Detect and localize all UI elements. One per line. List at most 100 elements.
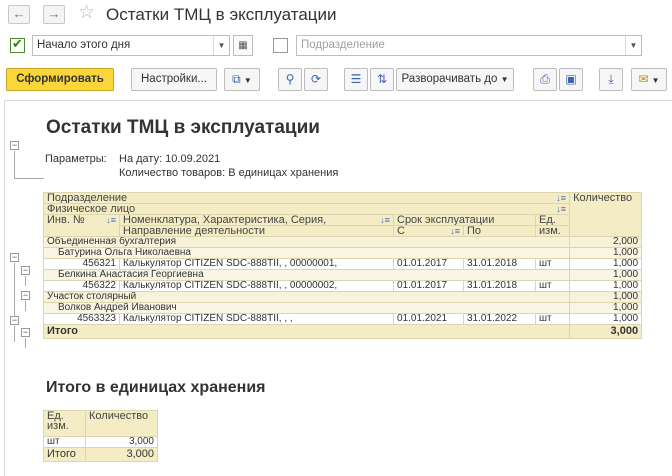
sort-icon[interactable]: ↓≡ <box>106 216 116 226</box>
search-next-icon: ⟳ <box>310 72 322 86</box>
window-title: Остатки ТМЦ в эксплуатации <box>106 5 337 24</box>
header-nomenclature[interactable]: Номенклатура, Характеристика, Серия, ↓≡ <box>119 214 394 226</box>
outline-collapse-icon[interactable]: − <box>21 291 30 300</box>
header-department[interactable]: Подразделение ↓≡ <box>42 192 571 204</box>
table-row[interactable]: Белкина Анастасия Георгиевна 1,000 <box>42 269 643 281</box>
department-enabled-checkbox[interactable] <box>273 38 288 53</box>
generate-button[interactable]: Сформировать <box>6 68 114 91</box>
header-direction[interactable]: Направление деятельности <box>119 225 394 237</box>
outline-line <box>25 301 26 311</box>
print-preview-icon: ▣ <box>565 72 577 86</box>
outline-collapse-icon[interactable]: − <box>21 266 30 275</box>
sort-icon[interactable]: ↓≡ <box>450 227 460 236</box>
save-button[interactable]: ⤓ <box>599 68 623 91</box>
sort-icon[interactable]: ↓≡ <box>380 216 390 225</box>
group-label: Объединенная бухгалтерия <box>42 236 571 248</box>
header-inv-no[interactable]: Инв. № ↓≡ <box>43 214 120 237</box>
qty-cell: 2,000 <box>569 236 643 248</box>
header-to[interactable]: По <box>463 225 536 237</box>
chevron-down-icon[interactable]: ▼ <box>625 36 641 55</box>
header-service-life: Срок эксплуатации <box>393 214 536 226</box>
summary-total-row[interactable]: Итого 3,000 <box>43 447 158 462</box>
param-date: На дату: 10.09.2021 <box>119 153 221 165</box>
from-cell: 01.01.2021 <box>393 313 464 325</box>
expand-button[interactable]: ⇅ <box>370 68 394 91</box>
from-cell: 01.01.2017 <box>393 280 464 292</box>
outline-line <box>14 178 44 179</box>
department-placeholder: Подразделение <box>301 39 385 51</box>
print-button[interactable]: ⎙ <box>533 68 557 91</box>
table-row[interactable]: Волков Андрей Иванович 1,000 <box>42 302 643 314</box>
find-next-button[interactable]: ⟳ <box>304 68 328 91</box>
outline-line <box>14 151 15 178</box>
inv-cell: 4563323 <box>43 313 120 325</box>
outline-collapse-icon[interactable]: − <box>10 253 19 262</box>
table-row[interactable]: Батурина Ольга Николаевна 1,000 <box>42 247 643 259</box>
settings-button[interactable]: Настройки... <box>131 68 217 91</box>
table-row[interactable]: 456322 Калькулятор CITIZEN SDC-888TII, ,… <box>43 280 643 292</box>
printer-icon: ⎙ <box>540 72 550 86</box>
summary-title: Итого в единицах хранения <box>46 379 266 396</box>
summary-header-unit: Ед. изм. <box>43 410 86 437</box>
header-unit2: изм. <box>534 225 571 237</box>
qty-cell: 1,000 <box>569 280 643 292</box>
sort-icon[interactable]: ↓≡ <box>556 194 566 203</box>
back-button[interactable]: ← <box>8 5 30 24</box>
chevron-down-icon: ▼ <box>243 76 252 85</box>
forward-button[interactable]: → <box>43 5 65 24</box>
send-button[interactable]: ✉ ▼ <box>631 68 667 91</box>
outline-collapse-icon[interactable]: − <box>21 328 30 337</box>
chevron-down-icon[interactable]: ▼ <box>213 36 229 55</box>
department-field[interactable]: Подразделение ▼ <box>296 35 642 56</box>
toolbar: Сформировать Настройки... ⧉ ▼ ⚲ ⟳ ☰ ⇅ Ра… <box>0 68 672 94</box>
report-title: Остатки ТМЦ в эксплуатации <box>46 117 320 138</box>
filter-bar: Начало этого дня ▼ ▦ Подразделение ▼ <box>0 34 672 60</box>
preview-button[interactable]: ▣ <box>559 68 583 91</box>
item-cell: Калькулятор CITIZEN SDC-888TII, , 000000… <box>119 280 394 292</box>
to-cell: 31.01.2018 <box>463 258 536 270</box>
header-from[interactable]: С ↓≡ <box>393 225 464 237</box>
list-collapse-icon: ☰ <box>350 72 362 86</box>
table-row[interactable]: Участок столярный 1,000 <box>42 291 643 303</box>
header-quantity[interactable]: Количество <box>569 192 643 237</box>
date-enabled-checkbox[interactable] <box>10 36 25 53</box>
qty-cell: 1,000 <box>569 269 643 281</box>
summary-table: Ед. изм. Количество шт 3,000 Итого 3,000 <box>43 410 158 462</box>
outline-line <box>25 338 26 348</box>
table-row[interactable]: 4563323 Калькулятор CITIZEN SDC-888TII, … <box>43 313 643 325</box>
favorite-star-icon[interactable]: ☆ <box>78 2 95 24</box>
group-label: Участок столярный <box>42 291 571 303</box>
search-icon: ⚲ <box>285 72 295 86</box>
item-cell: Калькулятор CITIZEN SDC-888TII, , 000000… <box>119 258 394 270</box>
date-select-field[interactable]: Начало этого дня ▼ <box>32 35 230 56</box>
summary-row[interactable]: шт 3,000 <box>43 436 158 448</box>
qty-cell: 1,000 <box>569 291 643 303</box>
report-table: Подразделение ↓≡ Количество Физическое ли… <box>42 192 643 339</box>
header-unit[interactable]: Ед. <box>534 214 571 226</box>
unit-cell: шт <box>534 280 571 292</box>
person-label: Батурина Ольга Николаевна <box>42 247 571 259</box>
chevron-down-icon: ▼ <box>500 75 509 84</box>
summary-total-label: Итого <box>43 447 86 462</box>
find-button[interactable]: ⚲ <box>278 68 302 91</box>
calendar-button[interactable]: ▦ <box>233 35 253 56</box>
outline-collapse-icon[interactable]: − <box>10 316 19 325</box>
qty-cell: 1,000 <box>569 313 643 325</box>
calendar-icon: ▦ <box>238 40 248 51</box>
qty-cell: 1,000 <box>569 302 643 314</box>
sort-icon[interactable]: ↓≡ <box>556 205 566 214</box>
total-row[interactable]: Итого 3,000 <box>42 324 643 339</box>
expand-to-button[interactable]: Разворачивать до ▼ <box>396 68 514 91</box>
table-row[interactable]: 456321 Калькулятор CITIZEN SDC-888TII, ,… <box>43 258 643 270</box>
summary-qty: 3,000 <box>85 436 158 448</box>
outline-collapse-icon[interactable]: − <box>10 141 19 150</box>
collapse-button[interactable]: ☰ <box>344 68 368 91</box>
chevron-down-icon: ▼ <box>651 76 660 85</box>
unit-cell: шт <box>534 313 571 325</box>
header-person[interactable]: Физическое лицо ↓≡ <box>42 203 571 215</box>
table-row[interactable]: Объединенная бухгалтерия 2,000 <box>42 236 643 248</box>
inv-cell: 456321 <box>43 258 120 270</box>
variant-button[interactable]: ⧉ ▼ <box>224 68 260 91</box>
total-label: Итого <box>42 324 571 339</box>
outline-line <box>14 326 15 342</box>
